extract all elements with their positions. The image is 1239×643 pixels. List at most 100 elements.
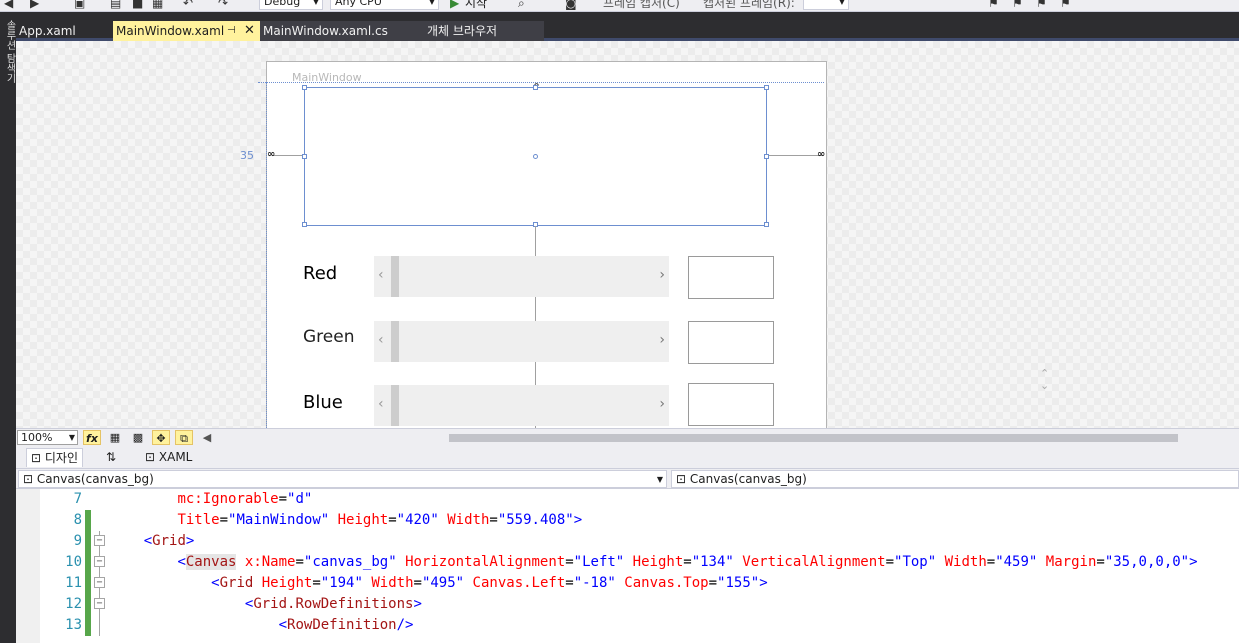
element-select-right[interactable]: ⊡ Canvas(canvas_bg) <box>671 470 1239 488</box>
redo-icon[interactable]: ↷ <box>218 0 228 10</box>
resize-handle-r[interactable] <box>764 154 769 159</box>
slider-thumb[interactable] <box>391 256 399 297</box>
tab-mainwindow-xaml-cs[interactable]: MainWindow.xaml.cs <box>260 21 422 41</box>
code-token: "canvas_bg" <box>303 554 397 570</box>
code-text: <Grid.RowDefinitions> <box>245 594 422 615</box>
collapse-icon[interactable]: − <box>94 556 105 567</box>
resize-handle-tl[interactable] <box>302 85 307 90</box>
tab-design[interactable]: ⊡ 디자인 <box>26 448 84 467</box>
canvas-icon: ⊡ <box>676 472 687 486</box>
close-icon[interactable]: ✕ <box>244 21 255 41</box>
code-token: RowDefinition <box>287 617 397 633</box>
resize-handle-t[interactable] <box>533 85 538 90</box>
open-file-icon[interactable]: ▤ <box>110 0 121 10</box>
solution-explorer-rail[interactable]: 솔루션 탐색기 <box>0 12 16 643</box>
collapse-icon[interactable]: − <box>94 535 105 546</box>
code-token: < <box>211 575 220 591</box>
resize-handle-l[interactable] <box>302 154 307 159</box>
code-token: = <box>1096 554 1105 570</box>
collapse-icon[interactable]: − <box>94 577 105 588</box>
effects-toggle-button[interactable]: fx <box>83 430 101 445</box>
new-project-icon[interactable]: ▣ <box>74 0 85 10</box>
line-number: 13 <box>65 617 82 633</box>
center-handle[interactable] <box>533 154 538 159</box>
chevron-right-icon[interactable]: › <box>659 332 665 348</box>
code-line[interactable]: 11− <Grid Height="194" Width="495" Canvas… <box>16 573 1239 594</box>
zoom-select[interactable]: 100% ▼ <box>17 430 78 445</box>
save-icon[interactable]: ■ <box>132 0 143 10</box>
start-button[interactable]: 시작 <box>465 0 487 10</box>
chevron-right-icon[interactable]: › <box>659 396 665 412</box>
bookmark-icon[interactable]: ⚑ <box>988 0 999 10</box>
tab-app-xaml[interactable]: App.xaml <box>16 21 113 41</box>
bookmark-next-icon[interactable]: ⚑ <box>1036 0 1047 10</box>
snap-grid-icon[interactable]: ▩ <box>129 430 147 445</box>
bookmark-clear-icon[interactable]: ⚑ <box>1060 0 1071 10</box>
solution-config-select[interactable]: Debug ▼ <box>259 0 323 10</box>
undo-icon[interactable]: ↶ <box>183 0 193 10</box>
chevron-left-icon[interactable]: ‹ <box>378 267 384 283</box>
tab-xaml[interactable]: ⊡ XAML <box>141 448 196 467</box>
code-line[interactable]: 10− <Canvas x:Name="canvas_bg" Horizontal… <box>16 552 1239 573</box>
tab-object-browser[interactable]: 개체 브라우저 <box>422 21 544 41</box>
code-line[interactable]: 7 mc:Ignorable="d" <box>16 489 1239 510</box>
fold-guide <box>99 615 100 636</box>
slider-thumb[interactable] <box>391 321 399 362</box>
line-number: 10 <box>65 554 82 570</box>
tab-mainwindow-xaml[interactable]: MainWindow.xaml ⊣ ✕ <box>113 21 260 41</box>
horizontal-scrollbar[interactable] <box>449 434 1178 442</box>
resize-handle-bl[interactable] <box>302 222 307 227</box>
code-token: Grid.RowDefinitions <box>253 596 414 612</box>
blue-slider[interactable]: ‹ › <box>374 385 669 426</box>
anchor-left-icon[interactable]: ∞ <box>267 149 275 160</box>
code-token: < <box>143 533 153 549</box>
selected-canvas[interactable] <box>302 85 769 227</box>
blue-value-box[interactable] <box>688 383 774 426</box>
slider-thumb[interactable] <box>391 385 399 426</box>
margin-adorner-right <box>767 155 823 156</box>
snap-lines-icon[interactable]: ✥ <box>152 430 170 445</box>
captured-frame-select[interactable]: ▼ <box>803 0 849 10</box>
collapse-icon[interactable]: − <box>94 598 105 609</box>
code-token: "Top" <box>894 554 937 570</box>
xaml-designer-surface[interactable]: MainWindow 35 ∞ ∞ ∞ Red ‹ › Green ‹ › Bl… <box>16 41 1239 428</box>
save-all-icon[interactable]: ▦ <box>152 0 163 10</box>
line-number: 12 <box>65 596 82 612</box>
scroll-chevrons-icon[interactable]: ⌃ ⌄ <box>1040 368 1049 392</box>
code-line[interactable]: 13 <RowDefinition/> <box>16 615 1239 636</box>
red-value-box[interactable] <box>688 256 774 299</box>
green-slider[interactable]: ‹ › <box>374 321 669 362</box>
chevron-left-icon[interactable]: ‹ <box>378 332 384 348</box>
bookmark-prev-icon[interactable]: ⚑ <box>1012 0 1023 10</box>
code-token: = <box>219 512 229 528</box>
element-select-left[interactable]: ⊡ Canvas(canvas_bg) ▼ <box>18 470 667 488</box>
red-slider[interactable]: ‹ › <box>374 256 669 297</box>
pin-icon[interactable]: ⊣ <box>227 21 236 41</box>
xaml-code-editor[interactable]: 7 mc:Ignorable="d" 8 Title="MainWindow" Hei… <box>16 489 1239 643</box>
green-value-box[interactable] <box>688 321 774 364</box>
start-icon[interactable]: ▶ <box>450 0 459 10</box>
camera-icon[interactable]: ◙ <box>565 0 577 10</box>
code-line[interactable]: 8 Title="MainWindow" Height="420" Width="… <box>16 510 1239 531</box>
chevron-left-icon[interactable]: ‹ <box>378 396 384 412</box>
project-code-icon[interactable]: ⧉ <box>175 430 193 445</box>
solution-explorer-label[interactable]: 솔루션 탐색기 <box>2 20 17 83</box>
swap-panes-button[interactable]: ⇅ <box>102 448 120 467</box>
back-icon[interactable]: ◀ <box>4 0 13 10</box>
search-icon[interactable]: ⌕ <box>518 0 525 10</box>
scroll-left-icon[interactable]: ◀ <box>198 430 216 445</box>
code-token: = <box>885 554 895 570</box>
resize-handle-tr[interactable] <box>764 85 769 90</box>
forward-icon[interactable]: ▶ <box>30 0 39 10</box>
capture-frame-button[interactable]: 프레임 캡처(C) <box>603 0 680 10</box>
grid-toggle-icon[interactable]: ▦ <box>106 430 124 445</box>
resize-handle-br[interactable] <box>764 222 769 227</box>
code-line[interactable]: 12 − <Grid.RowDefinitions> <box>16 594 1239 615</box>
chevron-right-icon[interactable]: › <box>659 267 665 283</box>
code-line[interactable]: 9 − <Grid> <box>16 531 1239 552</box>
anchor-right-icon[interactable]: ∞ <box>817 149 825 160</box>
solution-platform-select[interactable]: Any CPU ▼ <box>330 0 439 10</box>
code-token: = <box>278 491 288 507</box>
